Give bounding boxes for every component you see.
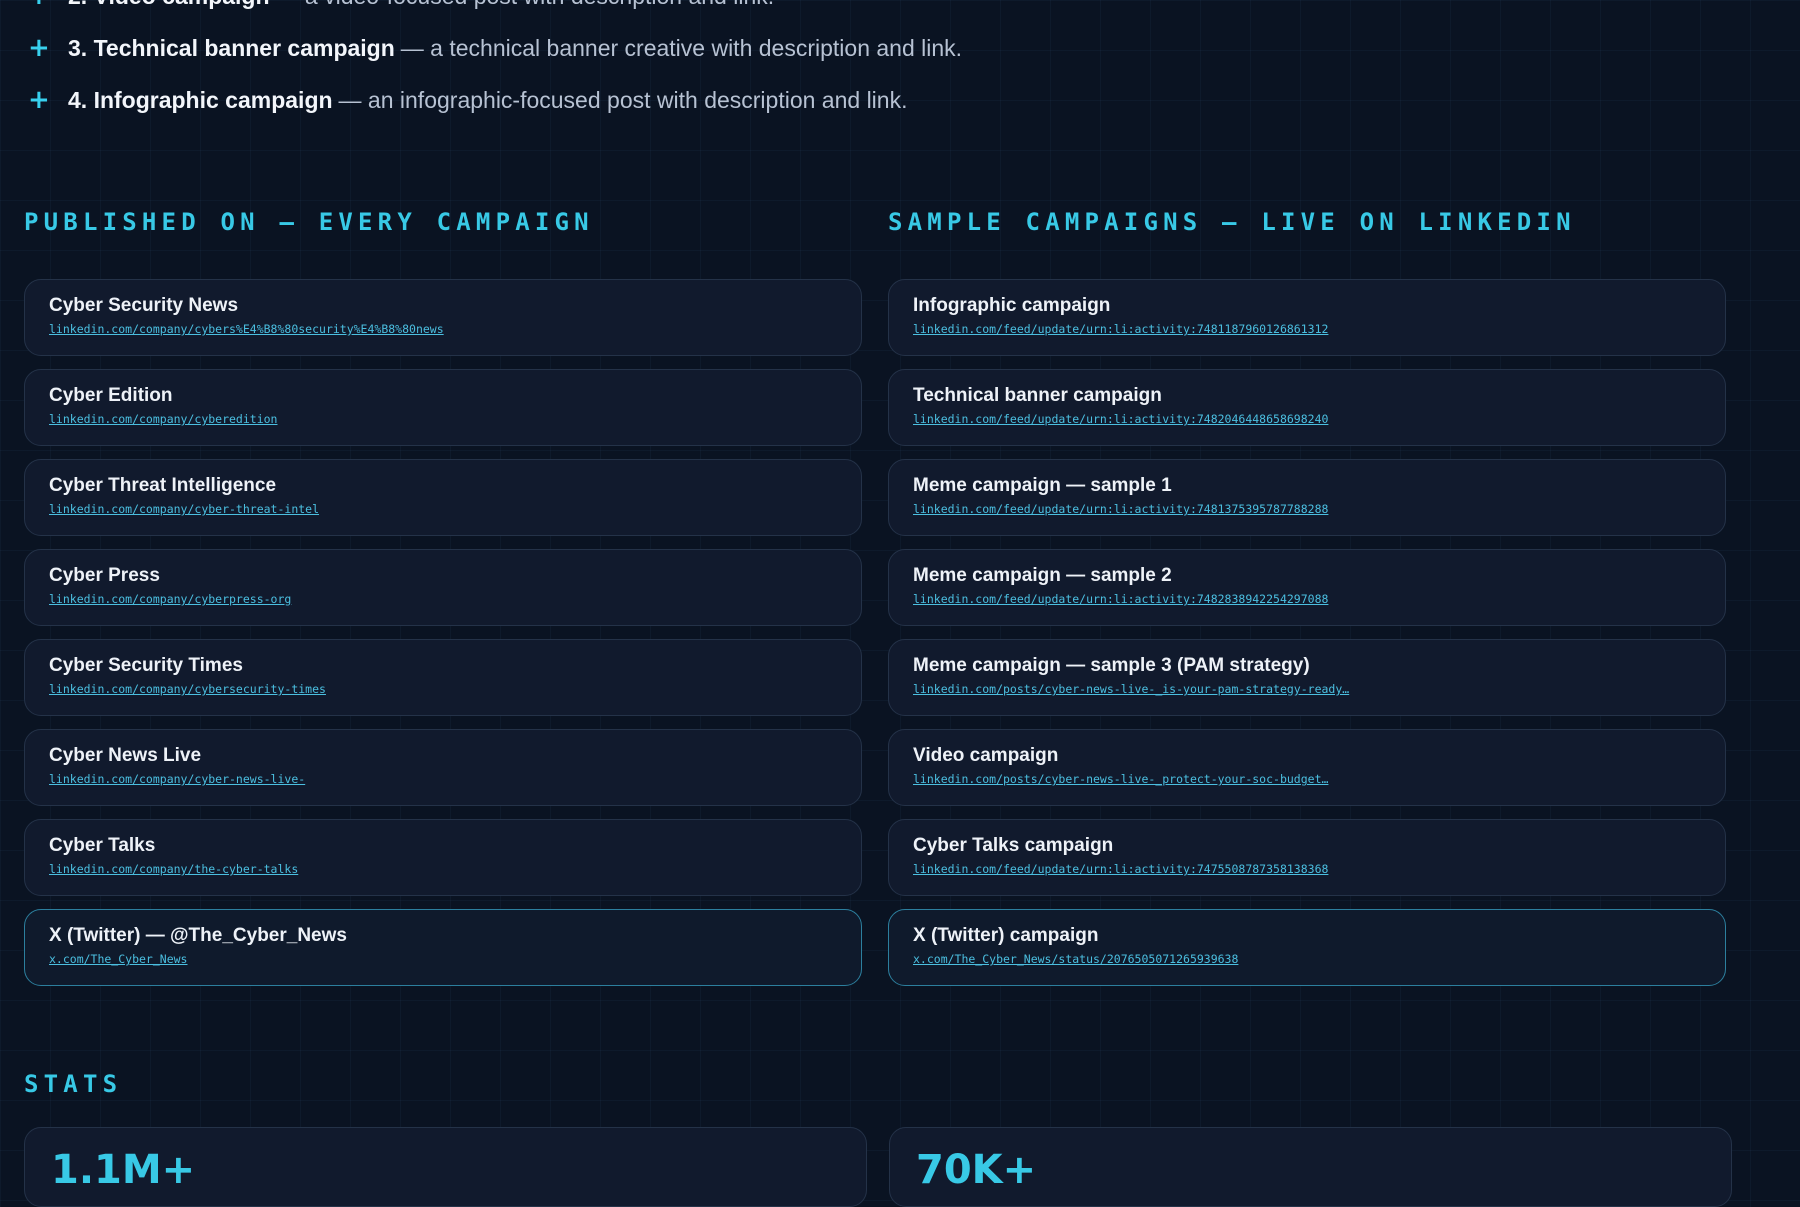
published-card-twitter[interactable]: X (Twitter) — @The_Cyber_News x.com/The_… xyxy=(24,909,862,986)
stats-heading: STATS xyxy=(24,1070,123,1098)
sample-campaign-title: Technical banner campaign xyxy=(913,385,1162,406)
published-card[interactable]: Cyber Threat Intelligence linkedin.com/c… xyxy=(24,459,862,536)
sample-campaign-title: Cyber Talks campaign xyxy=(913,835,1114,856)
sample-campaign-link[interactable]: x.com/The_Cyber_News/status/207650507126… xyxy=(913,952,1701,966)
published-card-title: Cyber Security Times xyxy=(49,655,243,676)
campaign-steps-list: + 2. Video campaign — a video-focused po… xyxy=(26,0,1726,126)
sample-campaign-card[interactable]: Meme campaign — sample 3 (PAM strategy) … xyxy=(888,639,1726,716)
step-description: — a technical banner creative with descr… xyxy=(400,34,963,61)
sample-campaign-card[interactable]: Meme campaign — sample 2 linkedin.com/fe… xyxy=(888,549,1726,626)
published-card-link[interactable]: linkedin.com/company/cybersecurity-times xyxy=(49,682,837,696)
step-title: 4. Infographic campaign xyxy=(68,86,333,113)
step-title: 3. Technical banner campaign xyxy=(68,34,395,61)
plus-icon: + xyxy=(26,0,68,11)
plus-icon: + xyxy=(28,85,50,115)
sample-campaign-card[interactable]: Cyber Talks campaign linkedin.com/feed/u… xyxy=(888,819,1726,896)
published-card-link[interactable]: linkedin.com/company/the-cyber-talks xyxy=(49,862,837,876)
published-card-title: Cyber Edition xyxy=(49,385,173,406)
plus-icon: + xyxy=(28,33,50,63)
sample-campaign-link[interactable]: linkedin.com/feed/update/urn:li:activity… xyxy=(913,862,1701,876)
stat-value: 1.1M+ xyxy=(51,1147,196,1193)
published-card[interactable]: Cyber Security Times linkedin.com/compan… xyxy=(24,639,862,716)
published-card-title: Cyber Talks xyxy=(49,835,156,856)
published-card-link[interactable]: x.com/The_Cyber_News xyxy=(49,952,837,966)
sample-campaign-title: Infographic campaign xyxy=(913,295,1111,316)
sample-campaign-link[interactable]: linkedin.com/feed/update/urn:li:activity… xyxy=(913,322,1701,336)
sample-campaign-title: Video campaign xyxy=(913,745,1059,766)
sample-campaign-card[interactable]: Technical banner campaign linkedin.com/f… xyxy=(888,369,1726,446)
published-card-title: Cyber Press xyxy=(49,565,160,586)
sample-campaign-card[interactable]: Meme campaign — sample 1 linkedin.com/fe… xyxy=(888,459,1726,536)
published-card-title: Cyber Threat Intelligence xyxy=(49,475,277,496)
sample-campaigns-heading: SAMPLE CAMPAIGNS — LIVE ON LINKEDIN xyxy=(888,208,1576,236)
sample-campaign-title: X (Twitter) campaign xyxy=(913,925,1099,946)
stat-value: 70K+ xyxy=(916,1147,1037,1193)
sample-campaign-link[interactable]: linkedin.com/posts/cyber-news-live-_prot… xyxy=(913,772,1701,786)
sample-campaign-card-twitter[interactable]: X (Twitter) campaign x.com/The_Cyber_New… xyxy=(888,909,1726,986)
sample-campaign-title: Meme campaign — sample 2 xyxy=(913,565,1172,586)
sample-campaign-title: Meme campaign — sample 1 xyxy=(913,475,1172,496)
published-card[interactable]: Cyber Talks linkedin.com/company/the-cyb… xyxy=(24,819,862,896)
stat-card: 70K+ xyxy=(889,1127,1732,1207)
published-card-title: X (Twitter) — @The_Cyber_News xyxy=(49,925,347,946)
step-description: — a video-focused post with description … xyxy=(276,0,775,10)
published-card[interactable]: Cyber Press linkedin.com/company/cyberpr… xyxy=(24,549,862,626)
step-description: — an infographic-focused post with descr… xyxy=(338,86,908,113)
published-card[interactable]: Cyber Security News linkedin.com/company… xyxy=(24,279,862,356)
sample-campaign-title: Meme campaign — sample 3 (PAM strategy) xyxy=(913,655,1310,676)
published-card-link[interactable]: linkedin.com/company/cyberpress-org xyxy=(49,592,837,606)
step-item: + 4. Infographic campaign — an infograph… xyxy=(26,74,1726,126)
published-card[interactable]: Cyber Edition linkedin.com/company/cyber… xyxy=(24,369,862,446)
sample-campaign-link[interactable]: linkedin.com/feed/update/urn:li:activity… xyxy=(913,412,1701,426)
sample-campaign-card[interactable]: Infographic campaign linkedin.com/feed/u… xyxy=(888,279,1726,356)
sample-campaigns-list: Infographic campaign linkedin.com/feed/u… xyxy=(888,279,1726,999)
published-card-link[interactable]: linkedin.com/company/cyberedition xyxy=(49,412,837,426)
sample-campaign-link[interactable]: linkedin.com/feed/update/urn:li:activity… xyxy=(913,592,1701,606)
published-card[interactable]: Cyber News Live linkedin.com/company/cyb… xyxy=(24,729,862,806)
sample-campaign-card[interactable]: Video campaign linkedin.com/posts/cyber-… xyxy=(888,729,1726,806)
step-item: + 3. Technical banner campaign — a techn… xyxy=(26,22,1726,74)
published-card-title: Cyber News Live xyxy=(49,745,202,766)
published-on-heading: PUBLISHED ON — EVERY CAMPAIGN xyxy=(24,208,594,236)
published-on-list: Cyber Security News linkedin.com/company… xyxy=(24,279,862,999)
published-card-title: Cyber Security News xyxy=(49,295,239,316)
published-card-link[interactable]: linkedin.com/company/cyber-threat-intel xyxy=(49,502,837,516)
sample-campaign-link[interactable]: linkedin.com/feed/update/urn:li:activity… xyxy=(913,502,1701,516)
step-item: + 2. Video campaign — a video-focused po… xyxy=(26,0,1726,22)
published-card-link[interactable]: linkedin.com/company/cybers%E4%B8%80secu… xyxy=(49,322,837,336)
step-title: 2. Video campaign xyxy=(68,0,270,10)
stat-card: 1.1M+ xyxy=(24,1127,867,1207)
sample-campaign-link[interactable]: linkedin.com/posts/cyber-news-live-_is-y… xyxy=(913,682,1701,696)
published-card-link[interactable]: linkedin.com/company/cyber-news-live- xyxy=(49,772,837,786)
